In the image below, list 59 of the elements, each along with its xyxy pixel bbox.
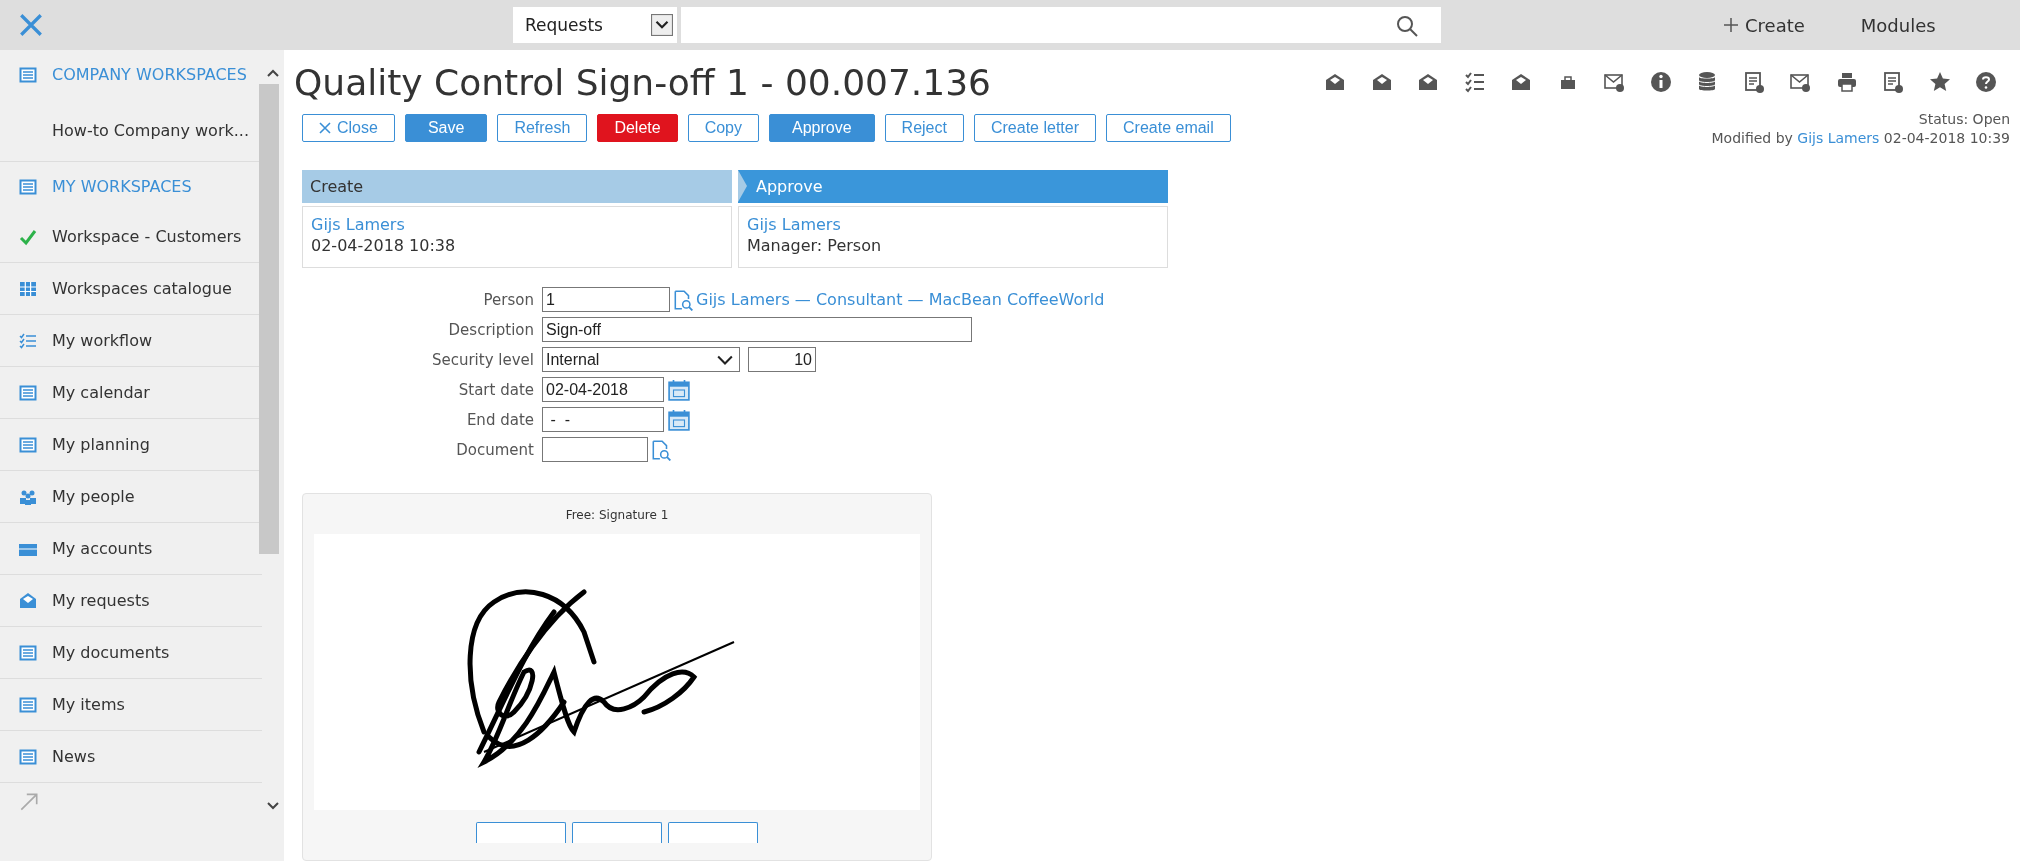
start-date-input[interactable]: 02-04-2018: [542, 377, 664, 402]
action-button[interactable]: Delete: [597, 114, 678, 142]
action-button[interactable]: Copy: [687, 114, 759, 142]
close-icon[interactable]: [18, 12, 44, 38]
action-button[interactable]: Create letter: [973, 114, 1096, 142]
signature-button[interactable]: [668, 822, 758, 843]
field-label: Start date: [457, 380, 534, 399]
search-scope-dropdown[interactable]: Requests: [513, 7, 677, 43]
plus-icon: [1723, 17, 1739, 33]
field-label: Person: [482, 290, 534, 309]
document-icon[interactable]: [1881, 70, 1905, 94]
user-link[interactable]: Gijs Lamers: [1797, 130, 1880, 146]
sidebar-item[interactable]: My items: [0, 679, 262, 731]
info-icon[interactable]: [1648, 70, 1673, 94]
signature-button[interactable]: [476, 822, 566, 843]
stage-detail: 02-04-2018 10:38: [311, 236, 457, 255]
action-button[interactable]: Close: [302, 114, 395, 142]
chevron-down-icon[interactable]: [266, 801, 280, 811]
security-level-dropdown[interactable]: Internal: [542, 347, 740, 372]
document-input[interactable]: [542, 437, 648, 462]
status-text: Status: Open: [1918, 111, 2010, 127]
field-label: Document: [455, 440, 534, 459]
sidebar-item[interactable]: My requests: [0, 575, 262, 627]
help-icon[interactable]: [1974, 70, 1998, 94]
user-link[interactable]: Gijs Lamers: [747, 215, 1159, 234]
stage-detail: Manager: Person: [747, 236, 883, 255]
modules-menu[interactable]: Modules: [1860, 14, 1936, 36]
search-icon[interactable]: [1395, 14, 1419, 38]
chevron-down-icon[interactable]: [651, 13, 673, 37]
action-button[interactable]: Reject: [884, 114, 964, 142]
envelope-icon: [18, 590, 38, 611]
action-button[interactable]: Create email: [1106, 114, 1231, 142]
field-label: End date: [465, 410, 534, 429]
modified-date: 02-04-2018 10:39: [1883, 130, 2010, 146]
search-field[interactable]: [681, 7, 1441, 43]
field-label: Description: [447, 320, 534, 339]
end-date-input[interactable]: - -: [542, 407, 664, 432]
chevron-up-icon[interactable]: [266, 68, 280, 78]
signature-title: Free: Signature 1: [565, 508, 669, 522]
checklist-icon[interactable]: [1462, 70, 1487, 94]
modified-label: Modified by: [1711, 130, 1793, 146]
document-search-icon[interactable]: [650, 438, 672, 461]
chevron-down-icon: [717, 353, 733, 366]
description-input[interactable]: Sign-off: [542, 317, 972, 342]
sidebar-item[interactable]: News: [0, 731, 262, 783]
person-input[interactable]: 1: [542, 287, 670, 312]
stage-header[interactable]: Create: [302, 170, 732, 203]
person-link[interactable]: Gijs Lamers — Consultant — MacBean CoffeeWorld: [696, 290, 1105, 309]
create-button[interactable]: Create: [1723, 14, 1805, 36]
close-icon: [319, 122, 331, 134]
star-icon[interactable]: [1927, 70, 1952, 94]
security-number-input[interactable]: 10: [748, 347, 816, 372]
record-title: Quality Control Sign-off 1 - 00.007.136: [294, 61, 991, 103]
sidebar-item[interactable]: My documents: [0, 627, 262, 679]
document-search-icon[interactable]: [672, 288, 694, 311]
user-link[interactable]: Gijs Lamers: [311, 215, 723, 234]
field-label: Security level: [430, 350, 534, 369]
signature-pad[interactable]: [314, 534, 920, 810]
signature-button[interactable]: [572, 822, 662, 843]
